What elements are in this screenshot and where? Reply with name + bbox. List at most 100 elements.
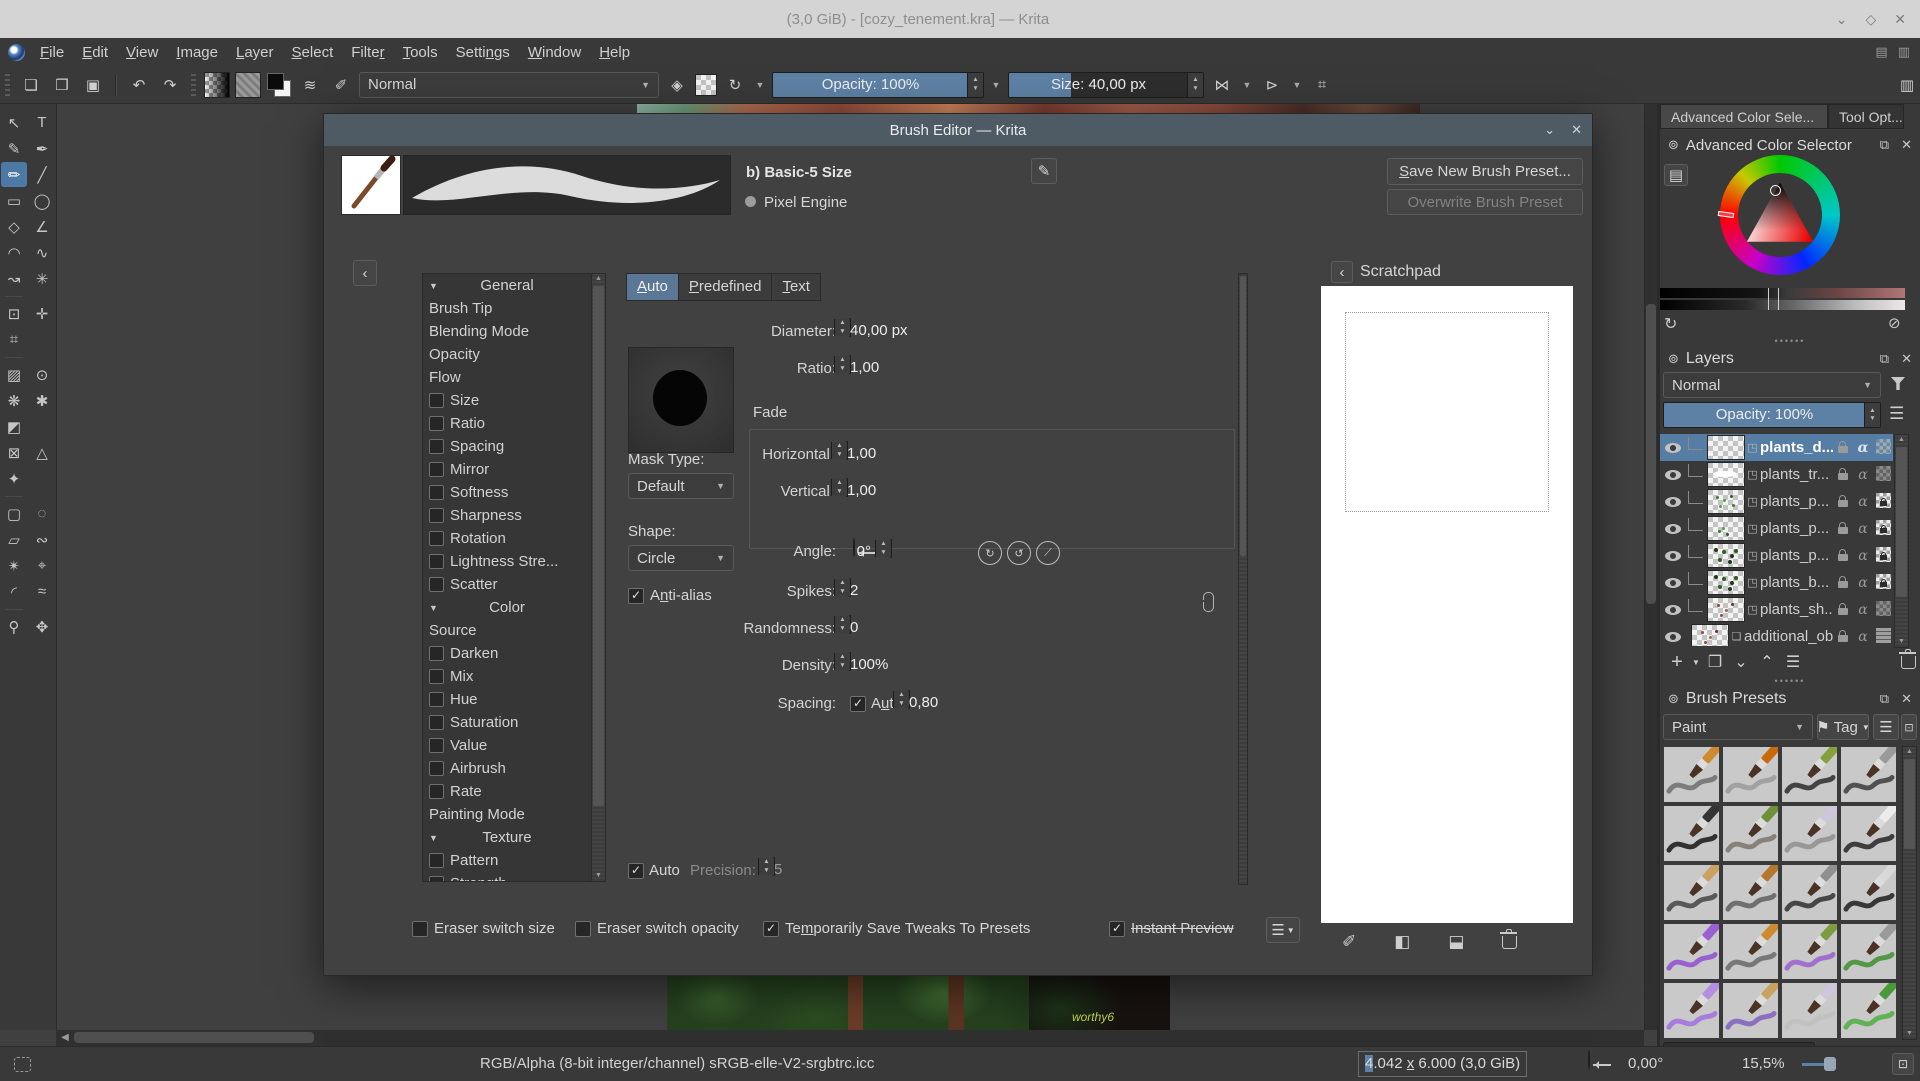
color-history-bar-top[interactable] <box>1660 288 1905 298</box>
tool-button[interactable]: ◜ <box>1 579 27 604</box>
tool-button[interactable]: ✎ <box>1 136 27 161</box>
layer-row[interactable]: plants_sh... α <box>1660 596 1893 623</box>
image-size-status[interactable]: 4.042 x 6.000 (3,0 GiB) <box>1358 1051 1528 1077</box>
redo-button[interactable]: ↷ <box>157 72 183 98</box>
eraser-switch-opacity-checkbox[interactable] <box>575 920 591 937</box>
brush-preset-tile[interactable] <box>1663 917 1725 980</box>
tool-button[interactable]: ⌗ <box>1 327 27 352</box>
tool-button[interactable]: ❋ <box>1 388 27 413</box>
foreground-background-color-chip[interactable] <box>266 72 292 98</box>
brush-option-row[interactable]: ▼ Opacity <box>423 343 591 366</box>
eraser-switch-size-checkbox[interactable] <box>412 920 428 937</box>
mirror-horizontal-button[interactable]: ⋈ <box>1209 72 1235 98</box>
layer-alpha-lock-icon[interactable] <box>1873 546 1893 565</box>
tool-button[interactable]: ╱ <box>29 162 55 187</box>
brush-option-row[interactable]: ▼ Strength <box>423 872 591 881</box>
float-docker-icon[interactable]: ⧉ <box>1880 351 1889 367</box>
layer-lock-icon[interactable] <box>1833 629 1853 645</box>
precision-auto-checkbox[interactable] <box>628 862 644 879</box>
chevron-down-icon[interactable]: ▼ <box>989 72 1003 98</box>
layer-row[interactable]: plants_p... α <box>1660 542 1893 569</box>
close-icon[interactable]: ✕ <box>1571 122 1582 138</box>
layer-lock-icon[interactable] <box>1833 548 1853 564</box>
chevron-down-icon[interactable]: ▼ <box>1240 72 1254 98</box>
layer-visibility-toggle[interactable] <box>1660 469 1686 480</box>
tool-button[interactable] <box>1 605 27 613</box>
selection-status-icon[interactable] <box>14 1057 31 1072</box>
preset-display-settings-button[interactable]: ⊡ <box>1901 714 1917 740</box>
option-checkbox[interactable] <box>429 738 444 753</box>
chevron-down-icon[interactable]: ▼ <box>1690 650 1702 674</box>
docker-lock-icon[interactable]: ⊚ <box>1668 691 1679 707</box>
layer-alpha-lock-icon[interactable] <box>1873 600 1893 619</box>
preset-list-mode-button[interactable]: ☰ <box>1873 714 1899 740</box>
spacing-slider[interactable]: 0,80 ▲▼ <box>893 690 938 711</box>
layer-options-icon[interactable]: ☰ <box>1889 404 1904 424</box>
layer-visibility-toggle[interactable] <box>1660 604 1686 615</box>
detach-options-button[interactable]: ☰ ▼ <box>1266 917 1300 943</box>
tab-tool-options[interactable]: Tool Opt... <box>1828 104 1904 129</box>
tool-button[interactable]: ↝ <box>1 266 27 291</box>
tool-button[interactable]: ◩ <box>1 414 27 439</box>
layer-alpha-icon[interactable]: α <box>1853 602 1873 618</box>
tool-button[interactable]: ▱ <box>1 527 27 552</box>
layer-alpha-icon[interactable]: α <box>1853 440 1873 456</box>
scroll-up-icon[interactable]: ▲ <box>592 274 605 284</box>
brush-option-row[interactable]: ▼ Darken <box>423 642 591 665</box>
menu-item[interactable]: View <box>117 44 167 61</box>
option-checkbox[interactable] <box>429 508 444 523</box>
scrollbar-thumb[interactable] <box>1240 276 1246 556</box>
tool-button[interactable]: ✴ <box>1 553 27 578</box>
angle-spinbox[interactable]: 0° ▲ ▼ <box>857 539 892 560</box>
tool-button[interactable]: ⊠ <box>1 440 27 465</box>
brush-preset-chooser-icon[interactable]: ✐ <box>328 72 354 98</box>
tool-button[interactable] <box>1 292 27 300</box>
reload-preset-button[interactable]: ↻ <box>722 72 748 98</box>
spinner[interactable]: ▲▼ <box>758 858 774 875</box>
tool-button[interactable]: ⊡ <box>1 301 27 326</box>
blending-mode-combo[interactable]: Normal ▼ <box>359 71 659 98</box>
scroll-up-icon[interactable]: ▲ <box>1903 747 1916 757</box>
layer-visibility-toggle[interactable] <box>1660 631 1686 642</box>
option-checkbox[interactable] <box>429 462 444 477</box>
refresh-colors-icon[interactable]: ↻ <box>1664 314 1677 334</box>
scroll-up-icon[interactable]: ▲ <box>1895 435 1908 445</box>
save-tweaks-checkbox[interactable] <box>763 920 779 937</box>
spinner[interactable]: ▲▼ <box>834 616 850 633</box>
docker-toggle-icon[interactable]: ▤ <box>1875 44 1887 60</box>
tool-button[interactable]: △ <box>29 440 55 465</box>
dialog-titlebar[interactable]: Brush Editor — Krita ⌄ ✕ <box>324 114 1592 146</box>
brush-option-row[interactable]: ▼ Spacing <box>423 435 591 458</box>
tool-button[interactable]: ✏ <box>1 162 27 187</box>
docker-lock-icon[interactable]: ⊚ <box>1668 137 1679 153</box>
overwrite-preset-button[interactable]: Overwrite Brush Preset <box>1387 189 1583 215</box>
brush-option-row[interactable]: ▼ Rate <box>423 780 591 803</box>
layer-row[interactable]: plants_b... α <box>1660 569 1893 596</box>
tool-button[interactable]: ✦ <box>1 466 27 491</box>
brush-preset-tile[interactable] <box>1781 746 1843 803</box>
brush-option-row[interactable]: ▼ Mirror <box>423 458 591 481</box>
tool-button[interactable]: ✛ <box>29 301 55 326</box>
float-docker-icon[interactable]: ⧉ <box>1880 137 1889 153</box>
layer-alpha-lock-icon[interactable] <box>1873 627 1893 646</box>
close-docker-icon[interactable]: ✕ <box>1901 351 1912 367</box>
brush-preset-tile[interactable] <box>1722 858 1784 921</box>
layer-properties-button[interactable]: ☰ <box>1780 650 1806 674</box>
close-docker-icon[interactable]: ✕ <box>1901 137 1912 153</box>
chevron-down-icon[interactable]: ▼ <box>753 72 767 98</box>
tool-button[interactable]: ✳ <box>29 266 55 291</box>
scratchpad-collapse-button[interactable]: ‹ <box>1331 261 1353 283</box>
presets-scrollbar[interactable]: ▲ ▼ <box>1902 746 1917 1040</box>
layer-alpha-lock-icon[interactable] <box>1873 465 1893 484</box>
spinner[interactable]: ▲▼ <box>834 356 850 373</box>
workspace-chooser-button[interactable]: ▥ <box>1894 72 1920 98</box>
tool-button[interactable]: ∿ <box>29 240 55 265</box>
layer-lock-icon[interactable] <box>1833 521 1853 537</box>
docker-lock-icon[interactable]: ⊚ <box>1668 351 1679 367</box>
menu-item[interactable]: Tools <box>394 44 447 61</box>
spinner[interactable]: ▲▼ <box>831 479 847 496</box>
option-checkbox[interactable] <box>429 531 444 546</box>
brush-preset-tile[interactable] <box>1781 917 1843 980</box>
instant-preview-checkbox[interactable] <box>1109 920 1125 937</box>
scrollbar-thumb[interactable] <box>593 286 604 806</box>
